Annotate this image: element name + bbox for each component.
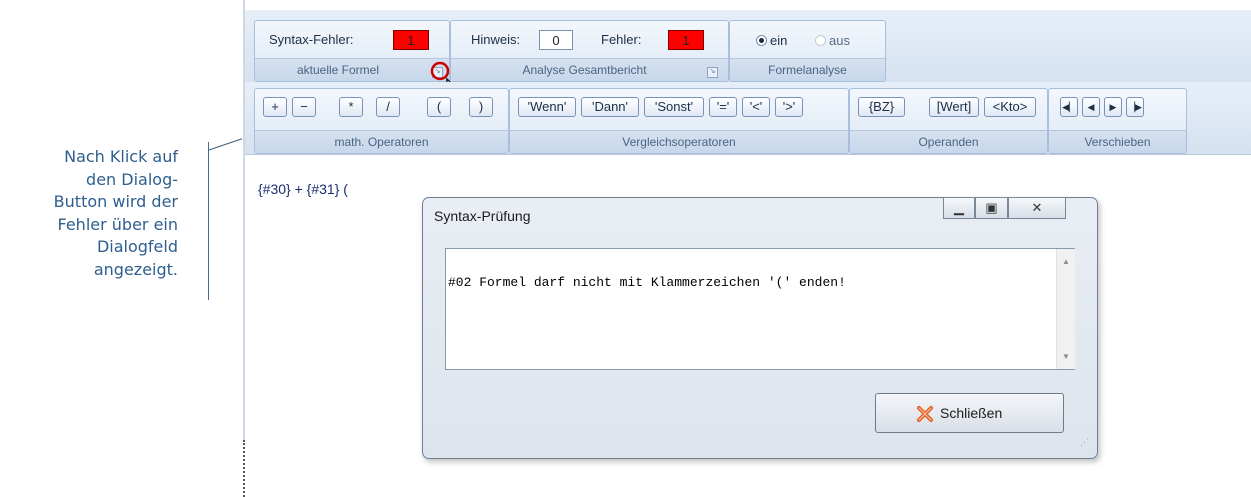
callout-bracket [208,142,209,300]
group-move: ◀▏ ◀ ▶ ▕▶ Verschieben [1048,88,1187,154]
prev-icon[interactable]: ◀ [1082,97,1100,117]
minimize-button[interactable]: ▁ [943,197,975,219]
group-operands: {BZ} [Wert] <Kto> Operanden [849,88,1048,154]
group-label-math: math. Operatoren [255,130,508,153]
then-button[interactable]: 'Dann' [581,97,639,117]
group-report-analysis: Hinweis: 0 Fehler: 1 Analyse Gesamtberic… [450,20,729,82]
syntax-error-count: 1 [393,30,429,50]
equals-button[interactable]: '=' [709,97,737,117]
radio-on-label: ein [770,33,788,48]
group-label-analysis: Formelanalyse [730,58,885,81]
error-label: Fehler: [601,32,642,47]
group-label-current-formula: aktuelle Formel [255,58,449,81]
greater-than-button[interactable]: '>' [775,97,803,117]
group-formula-analysis: ein aus Formelanalyse [729,20,886,82]
resize-grip-icon[interactable]: ⋰ [1080,437,1089,448]
minimize-icon: ▁ [954,200,964,215]
maximize-button[interactable]: ▣ [975,197,1008,219]
group-label-move: Verschieben [1049,130,1186,153]
else-button[interactable]: 'Sonst' [644,97,704,117]
close-window-button[interactable]: ✕ [1008,197,1066,219]
message-box [445,248,1075,370]
hint-label: Hinweis: [471,32,521,47]
first-icon[interactable]: ◀▏ [1060,97,1078,117]
group-math-operators: + − * / ( ) math. Operatoren [254,88,509,154]
radio-off[interactable] [815,35,826,46]
group-label-report: Analyse Gesamtbericht [451,58,728,81]
radio-on[interactable] [756,35,767,46]
group-label-operands: Operanden [850,130,1047,153]
dialog-title: Syntax-Prüfung [434,208,531,224]
scroll-up-icon[interactable]: ▲ [1062,257,1070,266]
scroll-down-icon[interactable]: ▼ [1062,352,1070,361]
message-scrollbar[interactable]: ▲ ▼ [1056,249,1075,369]
close-icon: ✕ [1031,200,1043,215]
less-than-button[interactable]: '<' [742,97,770,117]
formula-editor-text[interactable]: {#30} + {#31} ( [258,181,348,197]
bz-button[interactable]: {BZ} [858,97,905,117]
open-paren-button[interactable]: ( [427,97,451,117]
group-label-comparison: Vergleichsoperatoren [510,130,848,153]
plus-button[interactable]: + [263,97,287,117]
group-comparison-operators: 'Wenn' 'Dann' 'Sonst' '=' '<' '>' Vergle… [509,88,849,154]
callout-text: Nach Klick auf den Dialog- Button wird d… [53,147,178,279]
radio-off-label: aus [829,33,850,48]
window-border-dotted [243,440,245,497]
close-dialog-label: Schließen [940,405,1003,421]
if-button[interactable]: 'Wenn' [518,97,576,117]
ribbon-row-2: + − * / ( ) math. Operatoren 'Wenn' 'Dan… [245,82,1251,155]
maximize-icon: ▣ [985,200,998,215]
minus-button[interactable]: − [292,97,316,117]
next-icon[interactable]: ▶ [1104,97,1122,117]
error-count: 1 [668,30,704,50]
report-launcher-icon[interactable]: ↘ [707,67,718,78]
ribbon-row-1: Syntax-Fehler: 1 aktuelle Formel ↘ Hinwe… [245,10,1251,82]
close-paren-button[interactable]: ) [469,97,493,117]
hint-count: 0 [539,30,573,50]
close-x-icon [917,406,933,422]
account-button[interactable]: <Kto> [984,97,1036,117]
close-dialog-button[interactable]: Schließen [875,393,1064,433]
divide-button[interactable]: / [376,97,400,117]
syntax-error-label: Syntax-Fehler: [269,32,354,47]
group-current-formula: Syntax-Fehler: 1 aktuelle Formel ↘ [254,20,450,82]
error-message: #02 Formel darf nicht mit Klammerzeichen… [448,275,846,290]
group-label-text: Analyse Gesamtbericht [522,63,647,77]
multiply-button[interactable]: * [339,97,363,117]
last-icon[interactable]: ▕▶ [1126,97,1144,117]
value-button[interactable]: [Wert] [929,97,979,117]
group-label-text: aktuelle Formel [296,63,380,77]
